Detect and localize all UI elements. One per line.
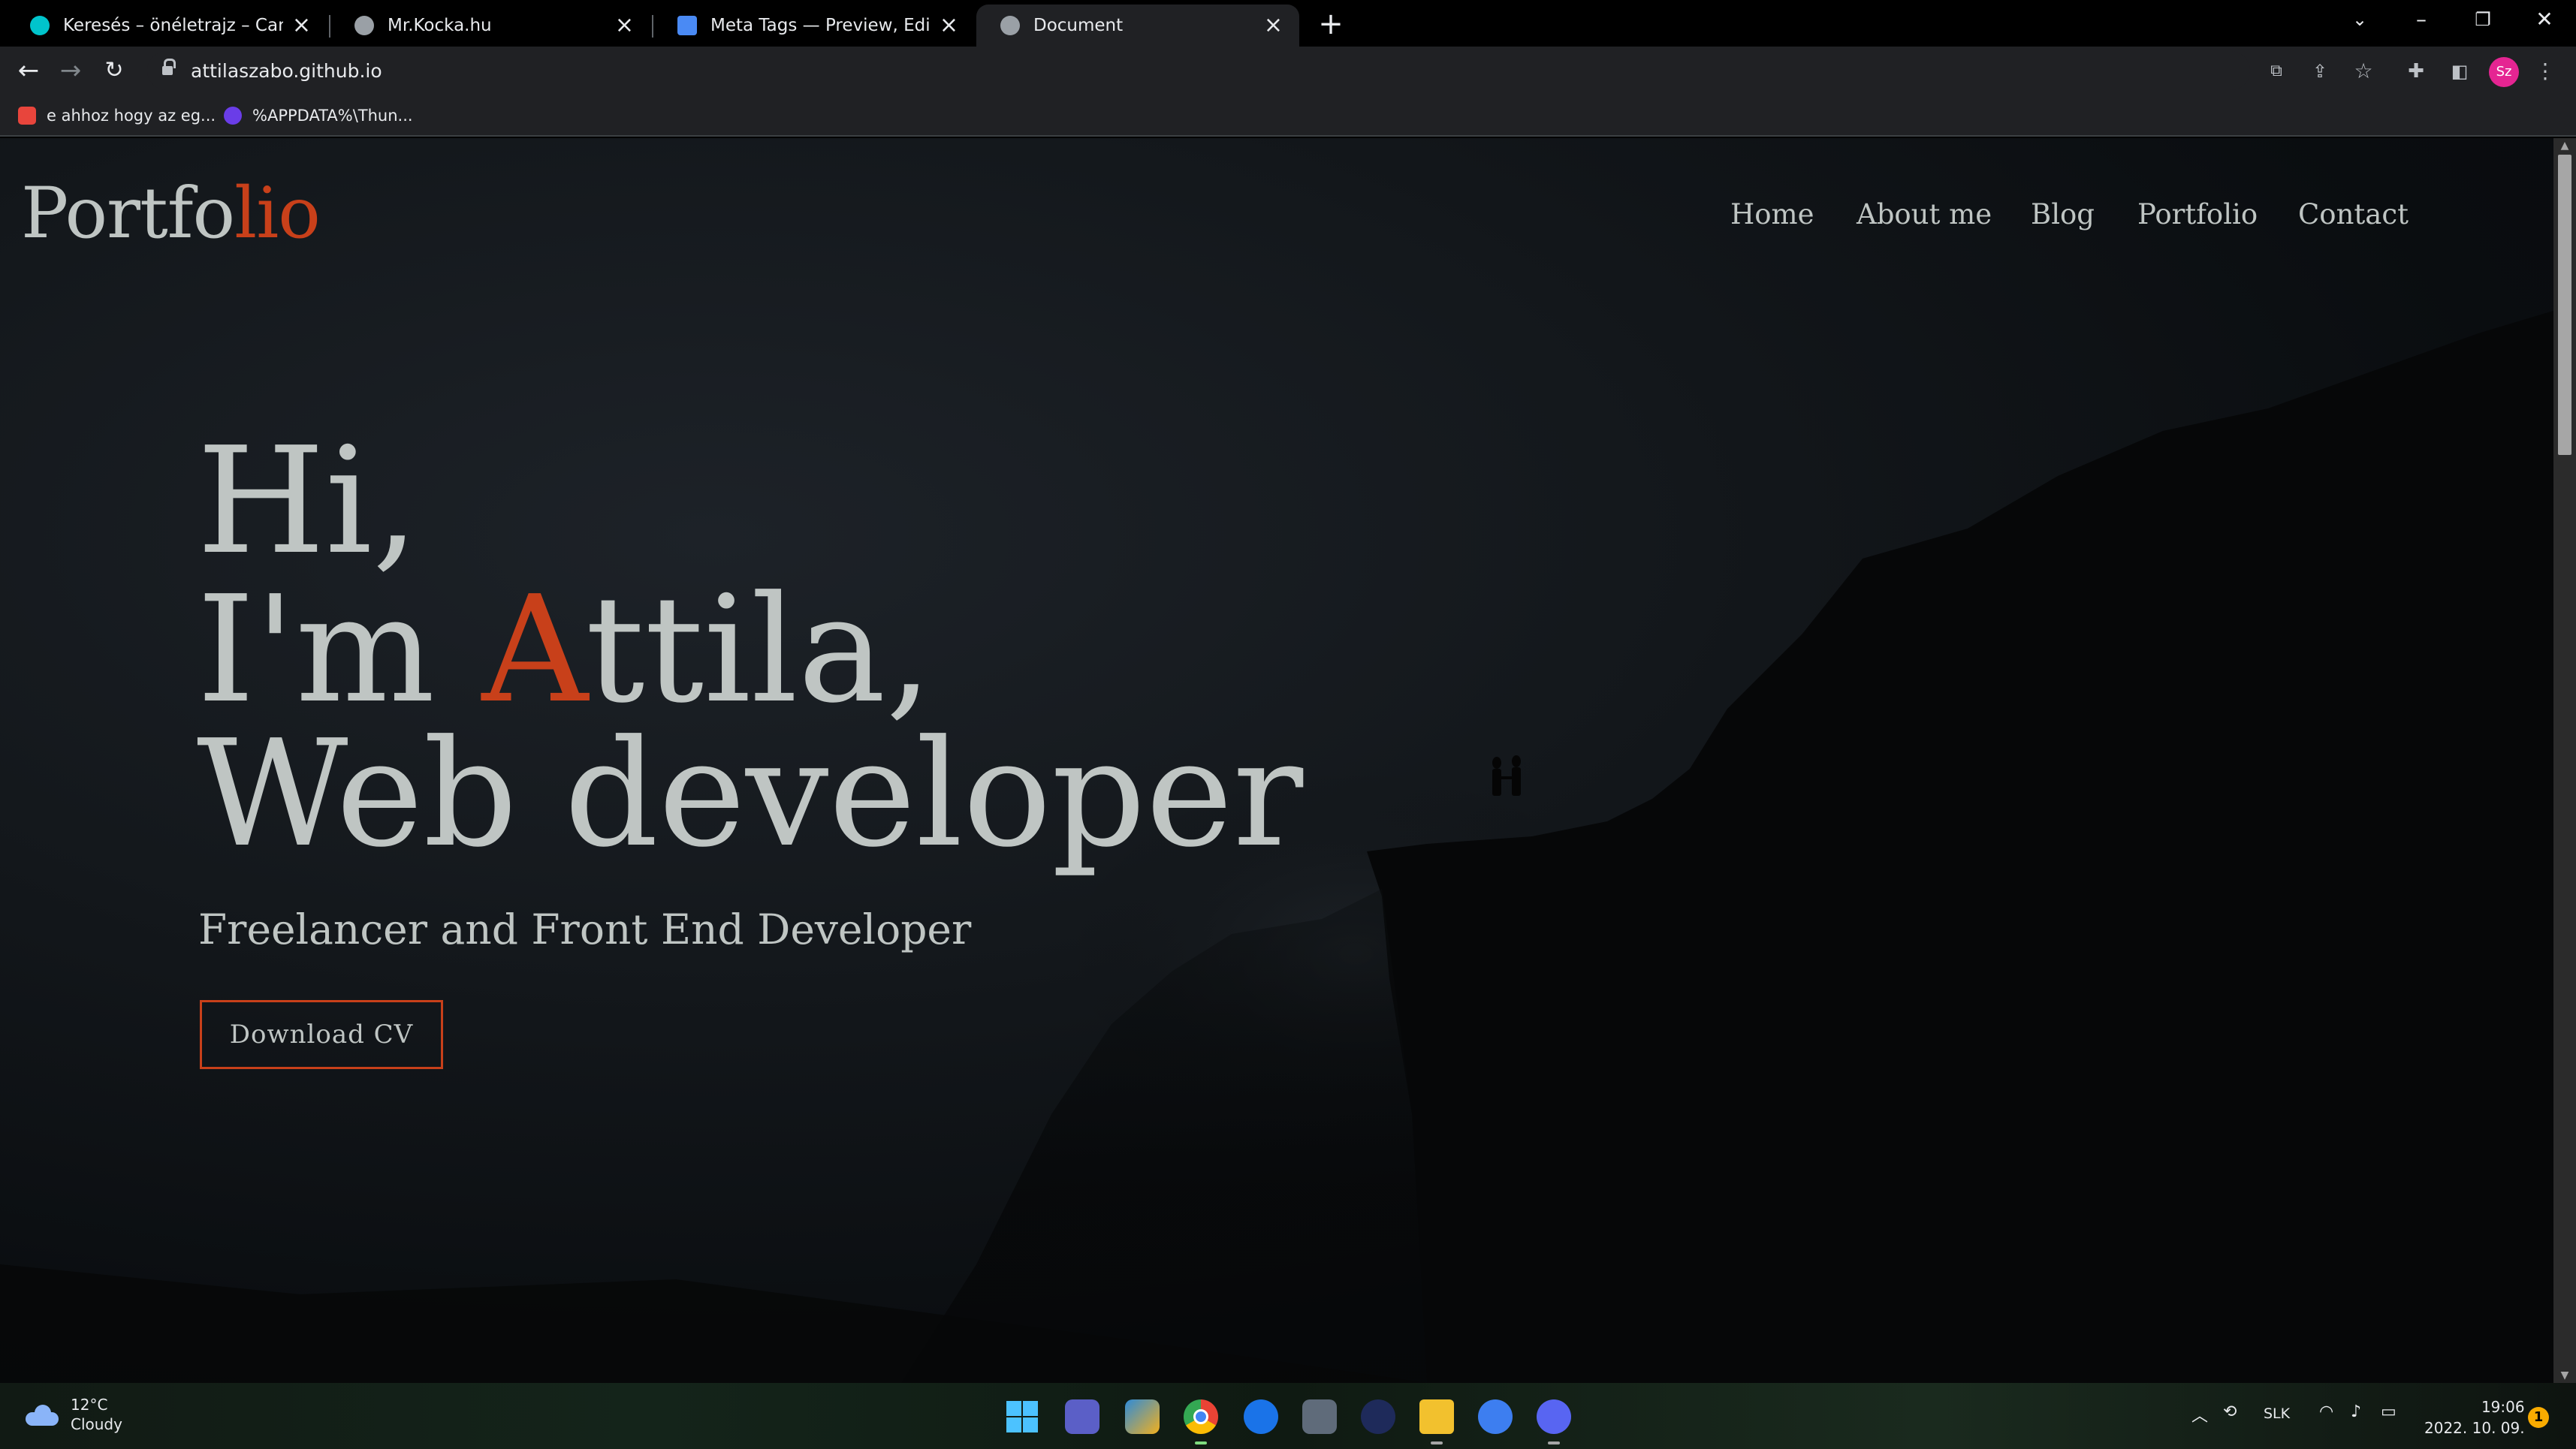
nav-contact[interactable]: Contact — [2298, 198, 2409, 230]
bookmark-item[interactable]: e ahhoz hogy az eg... — [18, 104, 216, 128]
bookmark-item[interactable]: %APPDATA%\Thun... — [224, 104, 413, 128]
globe-favicon-icon — [354, 16, 374, 35]
nav-home[interactable]: Home — [1730, 198, 1814, 230]
menu-kebab-icon[interactable]: ⋮ — [2532, 59, 2558, 84]
address-bar[interactable]: attilaszabo.github.io — [147, 51, 2250, 90]
nav-blog[interactable]: Blog — [2031, 198, 2095, 230]
new-tab-button[interactable]: + — [1311, 5, 1350, 44]
explorer-running-indicator — [1431, 1441, 1443, 1444]
tab-title: Mr.Kocka.hu — [388, 16, 492, 35]
profile-avatar[interactable]: Sz — [2489, 57, 2519, 87]
terminal-icon[interactable] — [1361, 1399, 1395, 1434]
discord-running-indicator — [1548, 1441, 1560, 1444]
lock-icon[interactable] — [162, 59, 176, 77]
settings-icon[interactable] — [1478, 1399, 1513, 1434]
tray-overflow-chevron-icon[interactable]: ︿ — [2191, 1402, 2208, 1426]
tab-mrkocka[interactable]: Mr.Kocka.hu × — [330, 5, 650, 47]
close-tab-icon[interactable]: × — [940, 14, 958, 37]
windows-taskbar: 12°C Cloudy ︿ ⟲ SLK ◠ ♪ ▭ 19:06 2022. 10… — [0, 1383, 2576, 1449]
scroll-up-icon[interactable]: ▲ — [2553, 138, 2576, 153]
hero-subtitle: Freelancer and Front End Developer — [198, 905, 972, 953]
bookmark-star-icon[interactable]: ☆ — [2351, 59, 2376, 84]
tab-strip: Keresés – önéletrajz – Canva × Mr.Kocka.… — [0, 0, 2576, 47]
close-window-button[interactable]: ✕ — [2514, 0, 2574, 39]
share-icon[interactable]: ⇪ — [2307, 59, 2333, 84]
bookmark-label: e ahhoz hogy az eg... — [47, 107, 216, 125]
minimize-button[interactable]: – — [2391, 0, 2451, 39]
scroll-thumb[interactable] — [2558, 155, 2571, 455]
forward-icon[interactable]: → — [56, 56, 86, 86]
start-icon[interactable] — [1005, 1399, 1039, 1434]
bookmarks-bar: e ahhoz hogy az eg... %APPDATA%\Thun... — [0, 95, 2576, 137]
scroll-down-icon[interactable]: ▼ — [2553, 1368, 2576, 1383]
teams-icon[interactable] — [1065, 1399, 1099, 1434]
volume-icon[interactable]: ♪ — [2351, 1402, 2361, 1421]
page-viewport: Portfolio Home About me Blog Portfolio C… — [0, 138, 2553, 1383]
notification-badge[interactable]: 1 — [2528, 1407, 2549, 1428]
battery-icon[interactable]: ▭ — [2381, 1402, 2397, 1421]
chrome-icon[interactable] — [1184, 1399, 1218, 1434]
bookmark-label: %APPDATA%\Thun... — [252, 107, 413, 125]
hero-role: Web developer — [197, 709, 1304, 880]
chrome-running-indicator — [1195, 1441, 1207, 1444]
reload-icon[interactable]: ↻ — [99, 56, 129, 86]
logo-accent: lio — [234, 173, 321, 255]
close-tab-icon[interactable]: × — [1264, 14, 1283, 37]
globe-favicon-icon — [1000, 16, 1020, 35]
weather-temperature: 12°C — [71, 1396, 108, 1414]
canva-favicon-icon — [30, 16, 50, 35]
tab-title: Keresés – önéletrajz – Canva — [63, 16, 283, 35]
cloud-icon — [26, 1405, 59, 1426]
weather-widget[interactable]: 12°C Cloudy — [26, 1395, 122, 1434]
bookmark-favicon-icon — [18, 107, 36, 125]
page-scrollbar[interactable]: ▲ ▼ — [2553, 138, 2576, 1383]
language-indicator[interactable]: SLK — [2264, 1405, 2290, 1422]
tab-title: Meta Tags — Preview, Edit and G — [710, 16, 931, 35]
download-cv-button[interactable]: Download CV — [200, 1000, 443, 1069]
back-icon[interactable]: ← — [14, 56, 44, 86]
wifi-icon[interactable]: ◠ — [2319, 1402, 2333, 1421]
tab-canva[interactable]: Keresés – önéletrajz – Canva × — [6, 5, 327, 47]
tab-title: Document — [1033, 16, 1124, 35]
tab-search-chevron-icon[interactable]: ⌄ — [2330, 0, 2390, 39]
clock-time: 19:06 — [2481, 1398, 2525, 1416]
tab-document[interactable]: Document × — [976, 5, 1299, 47]
calculator-icon[interactable] — [1302, 1399, 1337, 1434]
clock-date: 2022. 10. 09. — [2424, 1419, 2525, 1437]
nav-about-me[interactable]: About me — [1857, 198, 1992, 230]
file-explorer-icon[interactable] — [1419, 1399, 1454, 1434]
bookmark-favicon-icon — [224, 107, 242, 125]
weather-description: Cloudy — [71, 1415, 122, 1433]
metatags-favicon-icon — [677, 16, 697, 35]
browser-toolbar: ← → ↻ attilaszabo.github.io ⧉ ⇪ ☆ ✚ ◧ ⋮ — [0, 47, 2576, 95]
sync-icon[interactable]: ⟲ — [2223, 1402, 2237, 1421]
url-text[interactable]: attilaszabo.github.io — [191, 60, 382, 82]
system-clock[interactable]: 19:06 2022. 10. 09. — [2424, 1396, 2525, 1438]
nav-portfolio[interactable]: Portfolio — [2137, 198, 2258, 230]
site-logo[interactable]: Portfolio — [21, 173, 321, 255]
hero-greeting: Hi, — [197, 416, 419, 587]
restore-button[interactable]: ❐ — [2453, 0, 2513, 39]
tab-metatags[interactable]: Meta Tags — Preview, Edit and G × — [653, 5, 975, 47]
mail-icon[interactable] — [1244, 1399, 1278, 1434]
side-panel-icon[interactable]: ◧ — [2447, 59, 2472, 84]
logo-main: Portfo — [21, 173, 235, 255]
translate-icon[interactable]: ⧉ — [2264, 59, 2289, 84]
extensions-icon[interactable]: ✚ — [2403, 59, 2429, 84]
close-tab-icon[interactable]: × — [292, 14, 311, 37]
close-tab-icon[interactable]: × — [615, 14, 634, 37]
discord-icon[interactable] — [1537, 1399, 1571, 1434]
photos-icon[interactable] — [1125, 1399, 1160, 1434]
